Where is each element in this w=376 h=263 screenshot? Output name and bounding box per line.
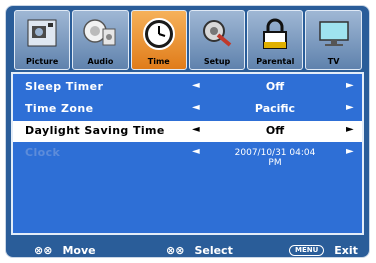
tab-label: Setup (203, 57, 231, 66)
osd-menu-frame: Picture Audio Time Setup Parental TV Sle… (5, 5, 370, 258)
left-arrow-icon[interactable]: ◄ (192, 80, 200, 91)
tab-audio[interactable]: Audio (72, 10, 129, 70)
tab-label: Picture (26, 57, 59, 66)
row-value: Off (265, 80, 285, 93)
tab-bar: Picture Audio Time Setup Parental TV (14, 10, 364, 70)
right-arrow-icon: ► (346, 146, 354, 157)
left-right-icon: ⊗⊗ (166, 244, 185, 257)
exit-label: Exit (334, 244, 358, 257)
left-arrow-icon[interactable]: ◄ (192, 124, 200, 135)
audio-icon (82, 17, 118, 53)
sleep-timer-row[interactable]: Sleep Timer ◄ Off ► (13, 77, 362, 98)
left-arrow-icon[interactable]: ◄ (192, 102, 200, 113)
tab-parental[interactable]: Parental (247, 10, 304, 70)
clock-icon (142, 17, 176, 55)
move-label: Move (62, 244, 96, 257)
tab-label: Parental (256, 57, 295, 66)
row-label: Sleep Timer (25, 80, 104, 93)
row-value: 2007/10/31 04:04 PM (234, 148, 316, 168)
tab-tv[interactable]: TV (305, 10, 362, 70)
row-label: Clock (25, 146, 61, 159)
exit-hint: MENU Exit (289, 244, 358, 257)
daylight-saving-time-row[interactable]: Daylight Saving Time ◄ Off ► (13, 121, 362, 142)
select-label: Select (194, 244, 233, 257)
picture-icon (25, 17, 59, 53)
menu-key-icon: MENU (289, 245, 325, 256)
right-arrow-icon[interactable]: ► (346, 80, 354, 91)
clock-row: Clock ◄ 2007/10/31 04:04 PM ► (13, 143, 362, 168)
time-zone-row[interactable]: Time Zone ◄ Pacific ► (13, 99, 362, 120)
tab-label: Time (147, 57, 170, 66)
setup-icon (200, 17, 234, 53)
select-hint: ⊗⊗ Select (166, 244, 233, 257)
up-down-icon: ⊗⊗ (34, 244, 53, 257)
row-label: Daylight Saving Time (25, 124, 165, 137)
row-value: Off (265, 124, 285, 137)
tab-time[interactable]: Time (130, 10, 187, 70)
tab-picture[interactable]: Picture (14, 10, 71, 70)
left-arrow-icon: ◄ (192, 146, 200, 157)
lock-icon (260, 17, 290, 55)
row-label: Time Zone (25, 102, 94, 115)
move-hint: ⊗⊗ Move (34, 244, 96, 257)
footer-hints: ⊗⊗ Move ⊗⊗ Select MENU Exit (6, 240, 369, 257)
right-arrow-icon[interactable]: ► (346, 124, 354, 135)
tab-setup[interactable]: Setup (188, 10, 246, 70)
time-settings-panel: Sleep Timer ◄ Off ► Time Zone ◄ Pacific … (11, 72, 364, 235)
right-arrow-icon[interactable]: ► (346, 102, 354, 113)
row-value: Pacific (254, 102, 296, 115)
tv-icon (316, 17, 352, 53)
tab-label: Audio (87, 57, 114, 66)
tab-label: TV (327, 57, 340, 66)
